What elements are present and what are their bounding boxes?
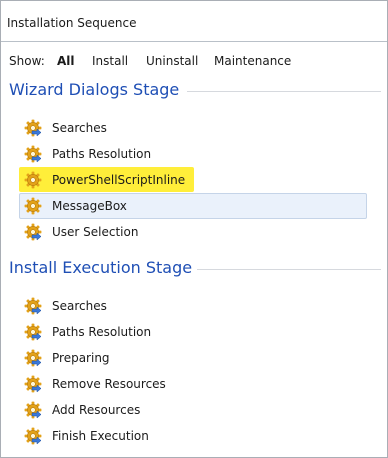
action-gear-arrow-icon — [24, 401, 42, 419]
action-gear-icon — [24, 197, 42, 215]
action-gear-arrow-icon — [24, 427, 42, 445]
action-row-remove-resources[interactable]: Remove Resources — [19, 371, 367, 397]
action-gear-arrow-icon — [24, 119, 42, 137]
action-gear-arrow-icon — [24, 297, 42, 315]
action-label: Add Resources — [52, 403, 141, 417]
action-label: Searches — [52, 299, 107, 313]
action-row-finish-execution[interactable]: Finish Execution — [19, 423, 367, 449]
action-gear-arrow-icon — [24, 223, 42, 241]
action-gear-arrow-icon — [24, 375, 42, 393]
action-label: Finish Execution — [52, 429, 149, 443]
action-row-user-selection[interactable]: User Selection — [19, 219, 367, 245]
action-label: Paths Resolution — [52, 325, 152, 339]
action-label: Paths Resolution — [52, 147, 152, 161]
action-label: Preparing — [52, 351, 110, 365]
filter-install[interactable]: Install — [92, 54, 128, 68]
action-label: Remove Resources — [52, 377, 166, 391]
stage-header-wizard-dialogs: Wizard Dialogs Stage — [1, 80, 387, 108]
filter-uninstall[interactable]: Uninstall — [146, 54, 198, 68]
stage-title: Install Execution Stage — [9, 258, 193, 277]
action-gear-icon — [24, 171, 42, 189]
action-row-messagebox[interactable]: MessageBox — [19, 193, 367, 219]
panel-title-bar: Installation Sequence — [1, 1, 387, 42]
filter-bar: Show: All Install Uninstall Maintenance — [1, 42, 387, 71]
action-row-paths-resolution[interactable]: Paths Resolution — [19, 319, 367, 345]
show-label: Show: — [9, 54, 45, 68]
stage-divider — [197, 269, 381, 270]
stage-header-install-execution: Install Execution Stage — [1, 258, 387, 286]
action-label: User Selection — [52, 225, 139, 239]
action-gear-arrow-icon — [24, 145, 42, 163]
action-row-add-resources[interactable]: Add Resources — [19, 397, 367, 423]
action-label: Searches — [52, 121, 107, 135]
panel-title: Installation Sequence — [7, 16, 137, 30]
stage-divider — [187, 91, 381, 92]
stage-title: Wizard Dialogs Stage — [9, 80, 180, 99]
action-gear-arrow-icon — [24, 323, 42, 341]
action-label: PowerShellScriptInline — [52, 173, 186, 187]
action-row-searches[interactable]: Searches — [19, 115, 367, 141]
action-row-searches[interactable]: Searches — [19, 293, 367, 319]
installation-sequence-panel: Installation Sequence Show: All Install … — [0, 0, 388, 458]
filter-maintenance[interactable]: Maintenance — [214, 54, 291, 68]
action-row-preparing[interactable]: Preparing — [19, 345, 367, 371]
action-label: MessageBox — [52, 199, 127, 213]
filter-all[interactable]: All — [57, 54, 75, 68]
action-gear-arrow-icon — [24, 349, 42, 367]
action-row-powershellscriptinline[interactable]: PowerShellScriptInline — [19, 167, 367, 193]
action-row-paths-resolution[interactable]: Paths Resolution — [19, 141, 367, 167]
